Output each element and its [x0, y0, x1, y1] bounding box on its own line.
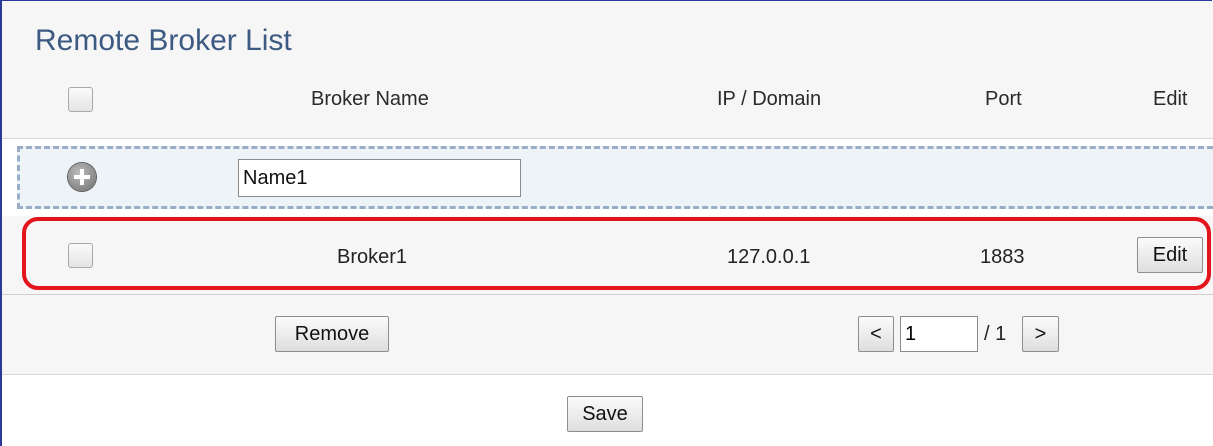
plus-circle-icon[interactable] — [68, 163, 96, 191]
page-total-label: / 1 — [984, 323, 1007, 345]
title-bar: Remote Broker List — [2, 1, 1213, 61]
new-broker-name-input[interactable] — [238, 159, 521, 197]
new-broker-row — [17, 146, 1213, 209]
header-edit: Edit — [1153, 88, 1188, 110]
header-port: Port — [985, 88, 1022, 110]
next-page-button[interactable]: > — [1022, 316, 1059, 352]
select-all-checkbox[interactable] — [68, 87, 93, 112]
remove-button[interactable]: Remove — [275, 316, 389, 352]
header-ip-domain: IP / Domain — [717, 88, 822, 110]
save-button[interactable]: Save — [567, 396, 643, 432]
prev-page-button[interactable]: < — [858, 316, 894, 352]
table-header: Broker Name IP / Domain Port Edit — [2, 61, 1213, 139]
page-number-input[interactable] — [900, 316, 978, 352]
save-area: Save — [2, 375, 1213, 446]
page-title: Remote Broker List — [35, 24, 292, 57]
highlight-outline — [22, 217, 1211, 290]
table-footer: Remove < / 1 > — [2, 295, 1213, 375]
header-broker-name: Broker Name — [311, 88, 429, 110]
